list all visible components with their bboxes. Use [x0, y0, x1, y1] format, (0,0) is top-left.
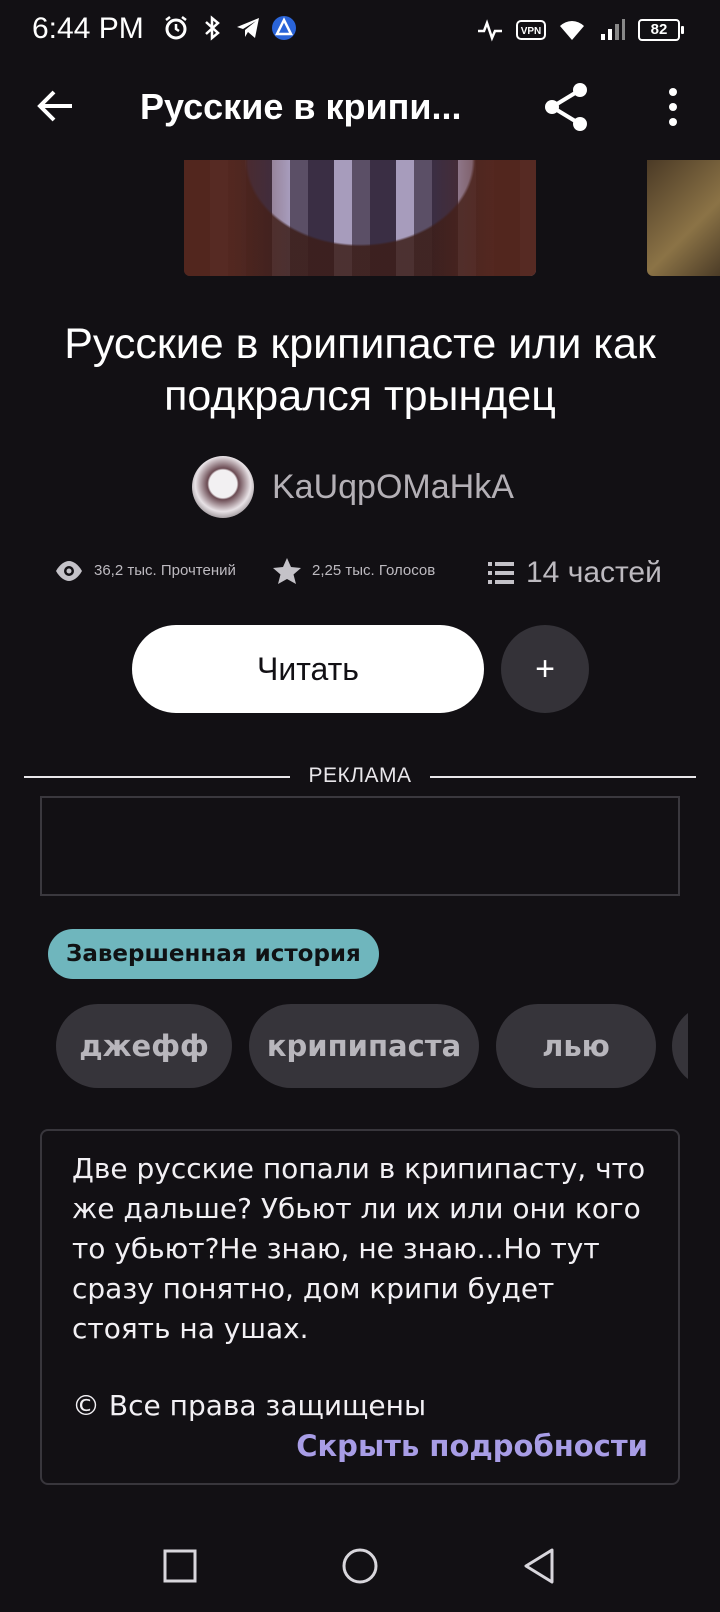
vpn-label: VPN	[521, 26, 542, 37]
status-badge: Завершенная история	[48, 929, 379, 979]
vpn-icon: VPN	[516, 20, 546, 40]
more-vertical-icon[interactable]	[650, 84, 696, 130]
description-box: Две русские попали в крипипасту, что же …	[40, 1129, 680, 1485]
app-bar: Русские в крипи...	[0, 62, 720, 158]
back-triangle-icon[interactable]	[518, 1544, 562, 1588]
list-icon	[488, 562, 514, 584]
back-arrow-icon[interactable]	[34, 84, 78, 128]
activity-icon	[478, 19, 502, 42]
battery-icon: 82	[638, 19, 684, 41]
tags-row[interactable]: джефф крипипаста лью	[56, 1004, 688, 1088]
votes-count: 2,25 тыс. Голосов	[312, 562, 436, 579]
alarm-icon	[165, 16, 187, 40]
description-text: Две русские попали в крипипасту, что же …	[72, 1152, 646, 1345]
app-bar-title: Русские в крипи...	[140, 86, 462, 127]
status-icons-right: VPN 82	[476, 16, 684, 44]
cover-carousel[interactable]	[0, 160, 720, 278]
author-name[interactable]: KaUqpOMaHkA	[272, 468, 514, 507]
author-avatar[interactable]	[192, 456, 254, 518]
story-title: Русские в крипипасте или как подкрался т…	[64, 320, 656, 420]
system-nav-bar	[0, 1520, 720, 1612]
hide-details-link[interactable]: Скрыть подробности	[296, 1429, 648, 1463]
ad-container[interactable]	[40, 796, 680, 896]
telegram-icon	[237, 18, 259, 38]
wifi-icon	[560, 21, 584, 40]
tag-chip[interactable]: крипипаста	[249, 1004, 479, 1088]
add-to-library-button[interactable]: +	[501, 625, 589, 713]
ad-line-right	[430, 776, 696, 778]
home-circle-icon[interactable]	[338, 1544, 382, 1588]
share-icon[interactable]	[540, 80, 594, 134]
parts-count: 14 частей	[526, 556, 662, 589]
copyright-text: © Все права защищены	[72, 1389, 427, 1422]
tag-chip-partial[interactable]	[672, 1004, 688, 1088]
status-time: 6:44 PM	[32, 12, 144, 45]
eye-icon	[56, 561, 82, 581]
tag-chip[interactable]: лью	[496, 1004, 656, 1088]
read-button[interactable]: Читать	[132, 625, 484, 713]
status-icons-left	[162, 14, 298, 42]
recents-square-icon[interactable]	[158, 1544, 202, 1588]
story-cover-image[interactable]	[184, 160, 536, 276]
status-bar: 6:44 PM VPN 82	[0, 0, 720, 62]
author-row[interactable]: KaUqpOMaHkA	[0, 456, 720, 520]
app-icon	[272, 16, 296, 40]
reads-count: 36,2 тыс. Прочтений	[94, 562, 236, 579]
star-icon	[273, 558, 301, 584]
signal-icon	[601, 19, 625, 40]
bluetooth-icon	[205, 15, 220, 41]
tag-chip[interactable]: джефф	[56, 1004, 232, 1088]
stats-row: 36,2 тыс. Прочтений 2,25 тыс. Голосов 14…	[0, 556, 720, 596]
next-cover-image[interactable]	[647, 160, 720, 276]
ad-divider: РЕКЛАМА	[24, 762, 696, 792]
